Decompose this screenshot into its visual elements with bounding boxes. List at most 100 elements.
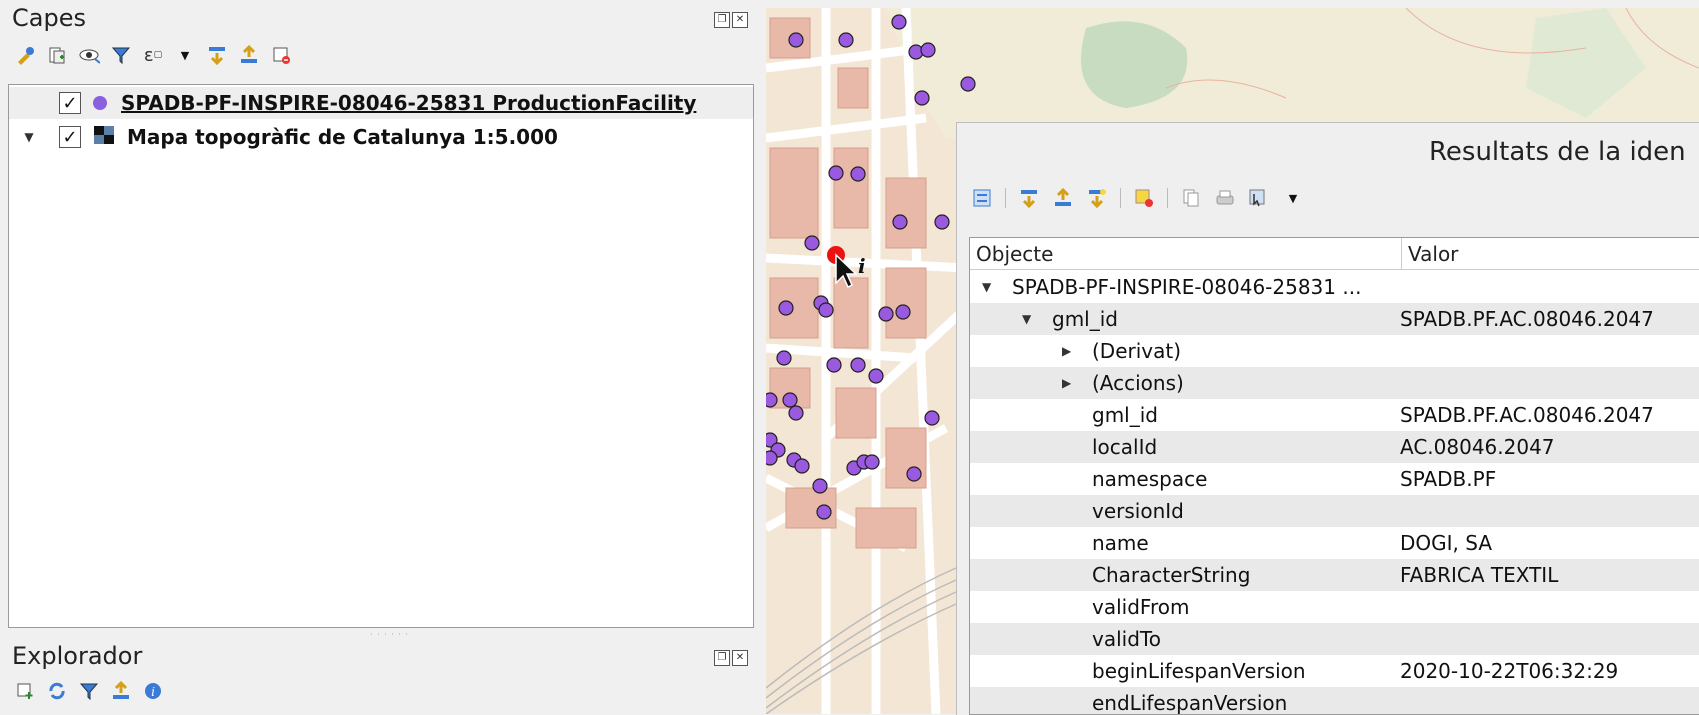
- expression-filter-icon[interactable]: ε ▢: [142, 44, 164, 66]
- layer-name: SPADB-PF-INSPIRE-08046-25831 ProductionF…: [121, 91, 697, 115]
- expand-tree-icon[interactable]: [971, 187, 993, 209]
- result-field-name: versionId: [1092, 499, 1184, 523]
- layer-name: Mapa topogràfic de Catalunya 1:5.000: [127, 125, 558, 149]
- layer-visibility-checkbox[interactable]: ✓: [59, 92, 81, 114]
- expand-all-icon[interactable]: [1018, 187, 1040, 209]
- facility-point[interactable]: [776, 350, 792, 366]
- result-row[interactable]: validTo: [970, 623, 1699, 655]
- clear-highlight-icon[interactable]: [1133, 187, 1155, 209]
- facility-point[interactable]: [895, 304, 911, 320]
- expand-new-icon[interactable]: [1086, 187, 1108, 209]
- facility-point[interactable]: [864, 454, 880, 470]
- collapse-arrow-icon[interactable]: ▼: [1022, 303, 1031, 335]
- facility-point[interactable]: [960, 76, 976, 92]
- facility-point[interactable]: [891, 14, 907, 30]
- close-panel-button[interactable]: ✕: [732, 650, 748, 666]
- identify-results-title: Resultats de la iden: [1429, 137, 1686, 167]
- result-field-name: CharacterString: [1092, 563, 1251, 587]
- add-selected-icon[interactable]: [14, 680, 36, 702]
- facility-point[interactable]: [934, 214, 950, 230]
- layer-item-topographic-map[interactable]: ▼ ✓ Mapa topogràfic de Catalunya 1:5.000: [9, 121, 753, 153]
- visibility-icon[interactable]: [78, 44, 100, 66]
- facility-point[interactable]: [906, 466, 922, 482]
- result-row[interactable]: name DOGI, SA: [970, 527, 1699, 559]
- facility-point[interactable]: [850, 166, 866, 182]
- facility-point[interactable]: [826, 357, 842, 373]
- expand-arrow-icon[interactable]: ▶: [1062, 335, 1071, 367]
- result-row[interactable]: gml_id SPADB.PF.AC.08046.2047: [970, 399, 1699, 431]
- facility-point[interactable]: [816, 504, 832, 520]
- identify-mode-icon[interactable]: [1248, 187, 1270, 209]
- facility-point[interactable]: [818, 302, 834, 318]
- layer-visibility-checkbox[interactable]: ✓: [59, 126, 81, 148]
- facility-point[interactable]: [868, 368, 884, 384]
- style-manager-icon[interactable]: [14, 44, 36, 66]
- facility-point[interactable]: [804, 235, 820, 251]
- facility-point[interactable]: [788, 32, 804, 48]
- facility-point[interactable]: [892, 214, 908, 230]
- result-field-name: endLifespanVersion: [1092, 691, 1288, 715]
- filter-icon[interactable]: [110, 44, 132, 66]
- result-row[interactable]: CharacterString FABRICA TEXTIL: [970, 559, 1699, 591]
- collapse-all-icon[interactable]: [1052, 187, 1074, 209]
- expand-arrow-icon[interactable]: ▼: [21, 130, 37, 144]
- result-field-value: FABRICA TEXTIL: [1400, 563, 1559, 587]
- layer-item-production-facility[interactable]: ✓ SPADB-PF-INSPIRE-08046-25831 Productio…: [9, 87, 753, 119]
- facility-point[interactable]: [914, 90, 930, 106]
- expand-arrow-icon[interactable]: ▶: [1062, 367, 1071, 399]
- add-group-icon[interactable]: [46, 44, 68, 66]
- result-field-value: DOGI, SA: [1400, 531, 1493, 555]
- result-field-value: SPADB.PF.AC.08046.2047: [1400, 307, 1654, 331]
- facility-point[interactable]: [782, 392, 798, 408]
- result-row[interactable]: ▼ gml_id SPADB.PF.AC.08046.2047: [970, 303, 1699, 335]
- float-panel-button[interactable]: ❐: [714, 650, 730, 666]
- facility-point[interactable]: [794, 458, 810, 474]
- dropdown-arrow-icon[interactable]: ▼: [1282, 187, 1304, 209]
- result-row[interactable]: ▶ (Derivat): [970, 335, 1699, 367]
- result-field-value: AC.08046.2047: [1400, 435, 1555, 459]
- dropdown-arrow-icon[interactable]: ▼: [174, 44, 196, 66]
- facility-point[interactable]: [778, 300, 794, 316]
- browser-panel: Explorador ❐ ✕ i: [0, 636, 762, 714]
- column-header-feature[interactable]: Objecte: [970, 238, 1402, 270]
- identify-results-table[interactable]: Objecte Valor ▼ SPADB-PF-INSPIRE-08046-25…: [969, 237, 1699, 715]
- result-row[interactable]: validFrom: [970, 591, 1699, 623]
- print-icon[interactable]: [1214, 187, 1236, 209]
- facility-point[interactable]: [812, 478, 828, 494]
- facility-point[interactable]: [924, 410, 940, 426]
- filter-icon[interactable]: [78, 680, 100, 702]
- layer-tree[interactable]: ✓ SPADB-PF-INSPIRE-08046-25831 Productio…: [8, 84, 754, 628]
- result-field-name: gml_id: [1092, 403, 1158, 427]
- result-field-value: 2020-10-22T06:32:29: [1400, 659, 1619, 683]
- facility-point[interactable]: [838, 32, 854, 48]
- info-icon[interactable]: i: [142, 680, 164, 702]
- facility-point[interactable]: [878, 306, 894, 322]
- facility-point[interactable]: [920, 42, 936, 58]
- result-row[interactable]: versionId: [970, 495, 1699, 527]
- float-panel-button[interactable]: ❐: [714, 12, 730, 28]
- remove-layer-icon[interactable]: [270, 44, 292, 66]
- result-field-name: gml_id: [1052, 307, 1118, 331]
- result-row[interactable]: localId AC.08046.2047: [970, 431, 1699, 463]
- layers-toolbar: ε ▢ ▼: [14, 44, 292, 66]
- result-row[interactable]: ▶ (Accions): [970, 367, 1699, 399]
- facility-point[interactable]: [766, 450, 778, 466]
- column-header-value[interactable]: Valor: [1402, 238, 1699, 270]
- result-field-value: SPADB.PF.AC.08046.2047: [1400, 403, 1654, 427]
- facility-point[interactable]: [766, 392, 778, 408]
- result-row[interactable]: ▼ SPADB-PF-INSPIRE-08046-25831 ...: [970, 271, 1699, 303]
- collapse-all-icon[interactable]: [110, 680, 132, 702]
- facility-point[interactable]: [850, 357, 866, 373]
- result-row[interactable]: beginLifespanVersion 2020-10-22T06:32:29: [970, 655, 1699, 687]
- close-panel-button[interactable]: ✕: [732, 12, 748, 28]
- copy-icon[interactable]: [1180, 187, 1202, 209]
- result-row[interactable]: endLifespanVersion: [970, 687, 1699, 715]
- collapse-all-icon[interactable]: [238, 44, 260, 66]
- refresh-icon[interactable]: [46, 680, 68, 702]
- facility-point[interactable]: [788, 405, 804, 421]
- expand-all-icon[interactable]: [206, 44, 228, 66]
- facility-point[interactable]: [828, 165, 844, 181]
- result-row[interactable]: namespace SPADB.PF: [970, 463, 1699, 495]
- result-field-name: localId: [1092, 435, 1158, 459]
- collapse-arrow-icon[interactable]: ▼: [982, 271, 991, 303]
